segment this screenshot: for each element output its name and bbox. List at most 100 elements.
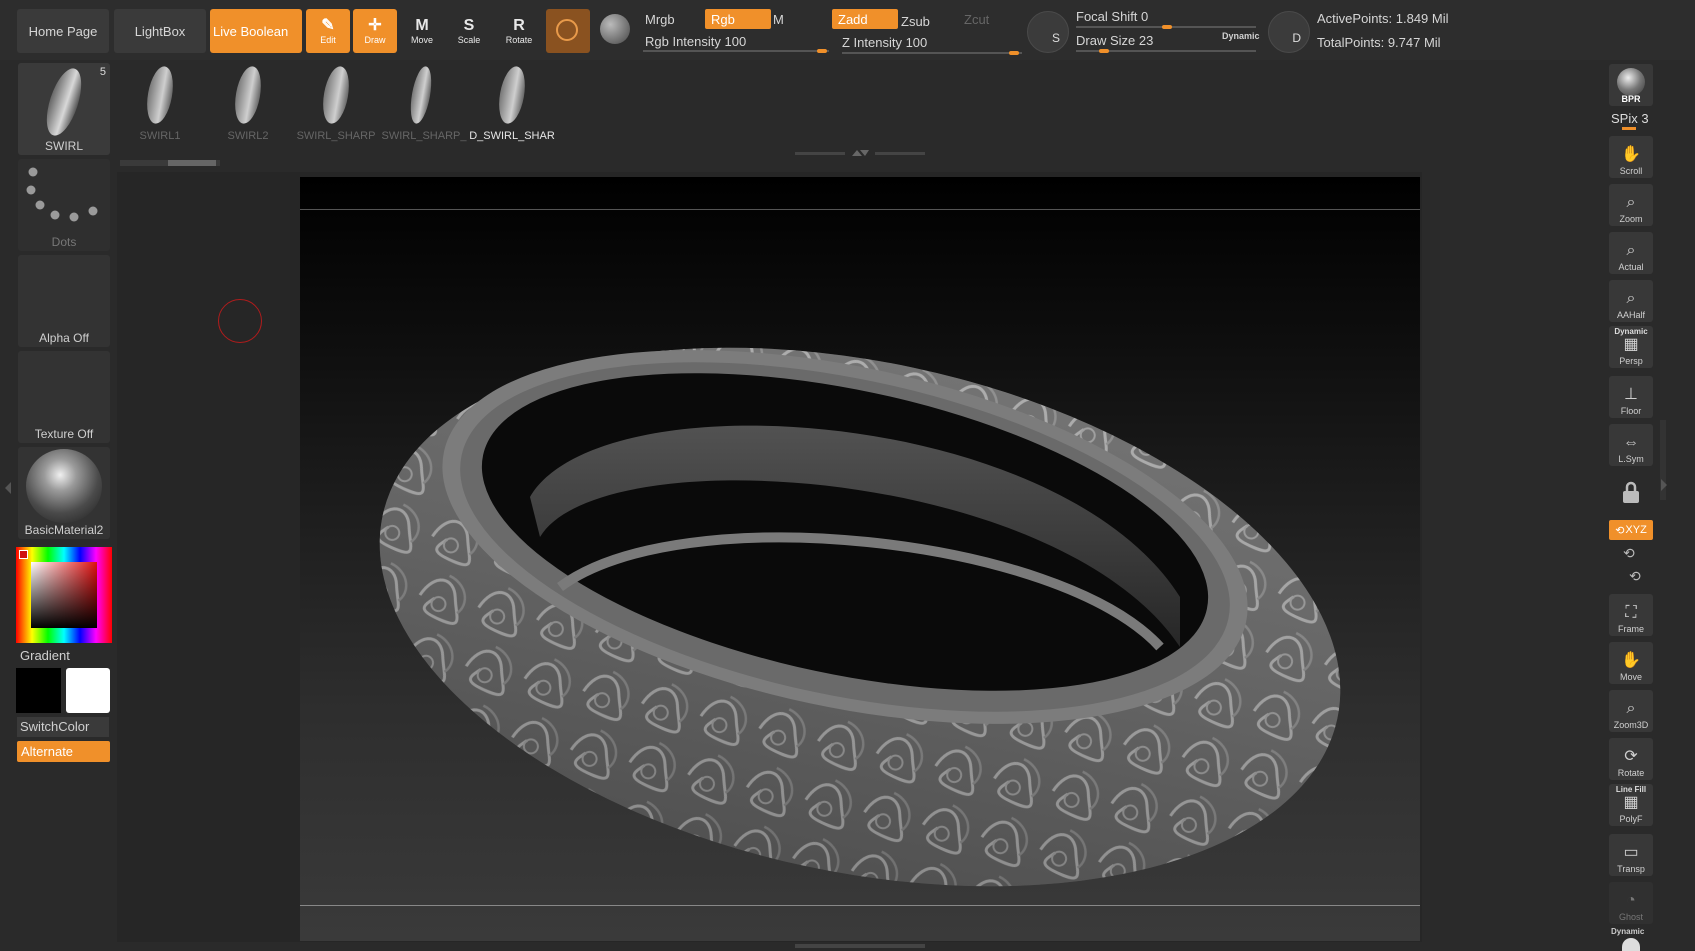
zoom-button[interactable]: ⌕ Zoom <box>1609 184 1653 226</box>
swirl-sharp-brush-icon <box>319 64 353 126</box>
top-tray-handle[interactable] <box>795 150 925 156</box>
gradient-label[interactable]: Gradient <box>20 648 70 663</box>
home-page-button[interactable]: Home Page <box>17 9 109 53</box>
aahalf-button[interactable]: ⌕ AAHalf <box>1609 280 1653 322</box>
material-button[interactable]: BasicMaterial2 <box>18 447 110 539</box>
edit-icon: ✎ <box>321 17 335 34</box>
solo-icon[interactable] <box>1622 938 1640 951</box>
m-toggle[interactable]: M <box>767 9 833 29</box>
spix-slider[interactable]: SPix 3 <box>1611 111 1649 126</box>
alpha-button[interactable]: Alpha Off <box>18 255 110 347</box>
brush-strip-scrollbar[interactable] <box>120 160 220 166</box>
persp-button[interactable]: Dynamic ▦ Persp <box>1609 326 1653 368</box>
primary-color-swatch[interactable] <box>66 668 110 713</box>
move-button[interactable]: M Move <box>400 9 444 53</box>
d-dial-icon[interactable]: D <box>1268 11 1310 53</box>
swirl-sharp-2-brush-icon <box>407 64 435 126</box>
scroll-icon: ✋ <box>1621 146 1641 163</box>
right-tray-arrow[interactable] <box>1660 470 1668 500</box>
lightbox-button[interactable]: LightBox <box>114 9 206 53</box>
swirl1-brush-icon <box>143 64 177 126</box>
rgb-intensity-knob[interactable] <box>817 49 827 53</box>
focal-shift-slider[interactable]: Focal Shift 0 <box>1070 6 1266 26</box>
dynamic-label-bottom[interactable]: Dynamic <box>1611 927 1644 936</box>
document-canvas[interactable] <box>300 177 1420 941</box>
mrgb-toggle[interactable]: Mrgb <box>639 9 705 29</box>
material-mode-button[interactable] <box>546 9 590 53</box>
zoom3d-button[interactable]: ⌕ Zoom3D <box>1609 690 1653 732</box>
draw-size-knob[interactable] <box>1099 49 1109 53</box>
draw-button[interactable]: ✛ Draw <box>353 9 397 53</box>
transp-button[interactable]: ▭ Transp <box>1609 834 1653 876</box>
actual-icon: ⌕ <box>1626 242 1636 259</box>
spix-knob[interactable] <box>1622 127 1636 130</box>
brush-cursor <box>218 299 262 343</box>
move-view-icon: ✋ <box>1621 652 1641 669</box>
scroll-button[interactable]: ✋ Scroll <box>1609 136 1653 178</box>
frame-button[interactable]: ⛶ Frame <box>1609 594 1653 636</box>
rotate-view-button[interactable]: ⟳ Rotate <box>1609 738 1653 780</box>
brush-strip-scroll-thumb[interactable] <box>168 160 216 166</box>
z-rotate-icon[interactable]: ⟲ <box>1629 568 1641 585</box>
current-brush-label: SWIRL <box>44 139 83 153</box>
y-rotate-icon[interactable]: ⟲ <box>1623 545 1635 562</box>
zoom-icon: ⌕ <box>1626 194 1636 211</box>
texture-button[interactable]: Texture Off <box>18 351 110 443</box>
floor-button[interactable]: ⊥ Floor <box>1609 376 1653 418</box>
sphere-brush-icon[interactable] <box>600 14 630 44</box>
bpr-sphere-icon <box>1617 68 1645 96</box>
xyz-rotate-icon: ⟲ <box>1615 524 1625 537</box>
zadd-toggle[interactable]: Zadd <box>832 9 898 29</box>
z-intensity-knob[interactable] <box>1009 51 1019 55</box>
primary-swatch <box>19 550 28 559</box>
alternate-toggle[interactable]: Alternate <box>17 741 110 762</box>
ring-model[interactable] <box>300 177 1420 941</box>
lsym-button[interactable]: ⇔ L.Sym <box>1609 424 1653 466</box>
rotate-button[interactable]: R Rotate <box>497 9 541 53</box>
rgb-toggle[interactable]: Rgb <box>705 9 771 29</box>
persp-icon: ▦ <box>1623 336 1639 353</box>
stroke-button[interactable]: Dots <box>18 159 110 251</box>
polyf-button[interactable]: Line Fill ▦ PolyF <box>1609 784 1653 826</box>
brush-swirl2[interactable]: SWIRL2 <box>208 62 288 146</box>
polyf-icon: ▦ <box>1623 794 1639 811</box>
swirl2-brush-icon <box>231 64 265 126</box>
actual-button[interactable]: ⌕ Actual <box>1609 232 1653 274</box>
frame-icon: ⛶ <box>1625 604 1637 621</box>
brush-swirl1[interactable]: SWIRL1 <box>120 62 200 146</box>
brush-d-swirl-sharp[interactable]: D_SWIRL_SHAR <box>469 62 555 146</box>
ghost-button[interactable]: ◔ Ghost <box>1609 882 1653 924</box>
scale-icon: S <box>463 17 475 34</box>
bpr-button[interactable]: BPR <box>1609 64 1653 106</box>
draw-size-slider[interactable]: Draw Size 23 <box>1070 30 1206 50</box>
rotate-icon: R <box>513 17 525 34</box>
scale-button[interactable]: S Scale <box>447 9 491 53</box>
color-picker[interactable] <box>16 547 112 643</box>
color-square[interactable] <box>31 562 97 628</box>
move-view-button[interactable]: ✋ Move <box>1609 642 1653 684</box>
xyz-rotate-toggle[interactable]: ⟲ XYZ <box>1609 520 1653 540</box>
d-swirl-sharp-brush-icon <box>495 64 529 126</box>
brush-swirl-sharp-2[interactable]: SWIRL_SHARP_ <box>382 62 466 146</box>
rgb-intensity-slider[interactable]: Rgb Intensity 100 <box>639 31 845 51</box>
lock-icon[interactable] <box>1619 480 1643 506</box>
rgb-intensity-track[interactable] <box>643 50 829 52</box>
bottom-tray-handle[interactable] <box>795 944 925 948</box>
edit-button[interactable]: ✎ Edit <box>306 9 350 53</box>
transp-icon: ▭ <box>1623 844 1639 861</box>
zsub-toggle[interactable]: Zsub <box>895 11 961 31</box>
left-tray-arrow[interactable] <box>4 470 12 506</box>
secondary-color-swatch[interactable] <box>16 668 61 713</box>
focal-shift-knob[interactable] <box>1162 25 1172 29</box>
current-brush-button[interactable]: 5 SWIRL <box>18 63 110 155</box>
dynamic-toggle[interactable]: Dynamic <box>1222 31 1260 41</box>
brush-swirl-sharp[interactable]: SWIRL_SHARP <box>296 62 376 146</box>
switch-color-button[interactable]: SwitchColor <box>17 717 109 737</box>
zcut-toggle[interactable]: Zcut <box>958 9 1024 29</box>
brush-count: 5 <box>99 66 106 78</box>
swirl-brush-icon <box>39 64 89 140</box>
z-intensity-track[interactable] <box>842 52 1022 54</box>
live-boolean-button[interactable]: Live Boolean <box>210 9 302 53</box>
z-intensity-slider[interactable]: Z Intensity 100 <box>836 32 1032 52</box>
s-dial-icon[interactable]: S <box>1027 11 1069 53</box>
